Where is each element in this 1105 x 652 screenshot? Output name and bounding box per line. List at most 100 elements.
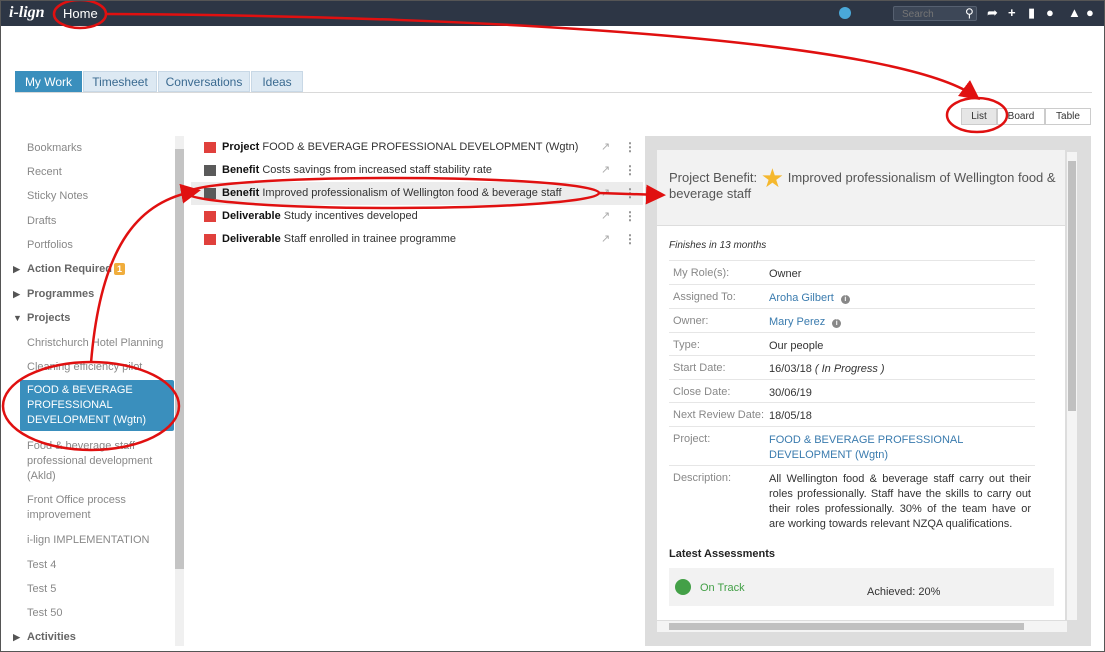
bookmark-icon[interactable]: ▮ <box>1028 5 1035 21</box>
row-value: 18/05/18 <box>769 410 812 422</box>
more-options-icon[interactable]: ⋮ <box>624 182 636 205</box>
sidebar-item-project[interactable]: Christchurch Hotel Planning <box>27 336 163 351</box>
start-date-value: 16/03/18 <box>769 363 812 375</box>
row-value: Our people <box>769 340 824 352</box>
view-board-button[interactable]: Board <box>997 108 1045 125</box>
row-label: Owner: <box>673 315 709 327</box>
row-value: Owner <box>769 268 802 280</box>
assessment-card: On Track Achieved: 20% <box>669 568 1054 606</box>
detail-row-start-date: Start Date: 16/03/18 ( In Progress ) <box>669 355 1035 379</box>
row-value: Aroha Gilbert i <box>769 291 1031 306</box>
detail-panel: Project Benefit: ★ Improved professional… <box>657 150 1065 620</box>
count-badge: 1 <box>113 263 125 275</box>
globe-icon[interactable] <box>839 7 851 19</box>
detail-horizontal-scroll-thumb[interactable] <box>669 623 1024 630</box>
tab-my-work[interactable]: My Work <box>15 71 82 92</box>
sidebar-item-sticky-notes[interactable]: Sticky Notes <box>27 189 88 204</box>
expand-right-icon: ▶ <box>13 289 20 299</box>
sidebar-scroll-thumb[interactable] <box>175 149 184 569</box>
row-label: Type: <box>673 339 700 351</box>
row-label: Start Date: <box>673 362 726 374</box>
assessment-achieved: Achieved: 20% <box>867 586 941 598</box>
sidebar-item-project[interactable]: Test 4 <box>27 558 56 573</box>
sidebar-item-project[interactable]: Test 50 <box>27 606 62 621</box>
star-icon[interactable]: ★ <box>761 163 784 193</box>
assigned-user-link[interactable]: Aroha Gilbert <box>769 292 834 304</box>
owner-user-link[interactable]: Mary Perez <box>769 316 825 328</box>
list-item[interactable]: Benefit Costs savings from increased sta… <box>191 159 643 182</box>
sidebar-item-project-selected[interactable]: FOOD & BEVERAGE PROFESSIONAL DEVELOPMENT… <box>20 380 174 431</box>
sidebar-group-activities[interactable]: ▶ Activities <box>13 630 76 645</box>
row-label: Next Review Date: <box>673 409 765 421</box>
type-color-icon <box>204 165 216 176</box>
info-icon[interactable]: i <box>840 295 850 304</box>
row-label: My Role(s): <box>673 267 730 279</box>
sidebar-item-project[interactable]: Test 5 <box>27 582 56 597</box>
open-external-icon[interactable]: ↗ <box>601 182 610 205</box>
more-options-icon[interactable]: ⋮ <box>624 205 636 228</box>
sidebar-group-programmes[interactable]: ▶ Programmes <box>13 287 94 302</box>
tab-divider <box>15 92 1092 93</box>
detail-row-project: Project: FOOD & BEVERAGE PROFESSIONAL DE… <box>669 426 1035 465</box>
list-item-selected[interactable]: Benefit Improved professionalism of Well… <box>191 182 643 205</box>
finishes-text: Finishes in 13 months <box>669 240 767 251</box>
share-icon[interactable]: ➦ <box>987 5 998 21</box>
row-label: Project: <box>673 433 711 445</box>
list-item-text: Deliverable Study incentives developed <box>222 210 418 222</box>
sidebar-group-label: Activities <box>27 631 76 643</box>
open-external-icon[interactable]: ↗ <box>601 228 610 251</box>
view-table-button[interactable]: Table <box>1045 108 1091 125</box>
detail-vertical-scroll-thumb[interactable] <box>1068 161 1076 411</box>
search-input[interactable] <box>902 8 962 20</box>
row-value: 16/03/18 ( In Progress ) <box>769 362 1031 377</box>
more-options-icon[interactable]: ⋮ <box>624 159 636 182</box>
sidebar-item-drafts[interactable]: Drafts <box>27 214 56 229</box>
list-item[interactable]: Deliverable Study incentives developed ↗… <box>191 205 643 228</box>
open-external-icon[interactable]: ↗ <box>601 159 610 182</box>
detail-row-close-date: Close Date: 30/06/19 <box>669 379 1035 403</box>
tab-timesheet[interactable]: Timesheet <box>83 71 157 92</box>
search-icon[interactable]: ⚲ <box>965 6 974 20</box>
expand-right-icon: ▶ <box>13 632 20 642</box>
sidebar-item-portfolios[interactable]: Portfolios <box>27 238 73 253</box>
detail-row-assigned-to: Assigned To: Aroha Gilbert i <box>669 284 1035 308</box>
tab-ideas[interactable]: Ideas <box>251 71 303 92</box>
sidebar-item-project[interactable]: Cleaning efficiency pilot <box>27 360 142 375</box>
detail-header: Project Benefit: ★ Improved professional… <box>657 150 1065 226</box>
info-icon[interactable]: i <box>832 319 842 328</box>
sidebar-group-action-required[interactable]: ▶ Action Required 1 <box>13 262 125 277</box>
more-options-icon[interactable]: ⋮ <box>624 228 636 251</box>
user-icon[interactable]: ● <box>1086 5 1094 21</box>
list-item[interactable]: Project FOOD & BEVERAGE PROFESSIONAL DEV… <box>191 136 643 159</box>
sidebar-group-projects[interactable]: ▼ Projects <box>13 311 70 326</box>
view-list-button[interactable]: List <box>961 108 997 125</box>
sidebar-item-bookmarks[interactable]: Bookmarks <box>27 141 82 156</box>
add-icon[interactable]: + <box>1008 5 1016 21</box>
app-logo[interactable]: i-lign <box>9 4 45 22</box>
detail-row-owner: Owner: Mary Perez i <box>669 308 1035 332</box>
expand-right-icon: ▶ <box>13 264 20 274</box>
bell-icon[interactable]: ▲ <box>1068 5 1081 21</box>
more-options-icon[interactable]: ⋮ <box>624 136 636 159</box>
sidebar-item-project[interactable]: i-lign IMPLEMENTATION <box>27 533 149 548</box>
type-color-icon <box>204 188 216 199</box>
open-external-icon[interactable]: ↗ <box>601 205 610 228</box>
project-link[interactable]: FOOD & BEVERAGE PROFESSIONAL DEVELOPMENT… <box>769 433 969 463</box>
sidebar-item-project[interactable]: Front Office process improvement <box>27 493 147 523</box>
top-bar: i-lign Home ⚲ ➦ + ▮ ● ▲ ● <box>1 1 1104 26</box>
list-item[interactable]: Deliverable Staff enrolled in trainee pr… <box>191 228 643 251</box>
sidebar: Bookmarks Recent Sticky Notes Drafts Por… <box>13 136 185 646</box>
home-breadcrumb[interactable]: Home <box>63 6 98 21</box>
row-label: Description: <box>673 472 732 484</box>
chat-icon[interactable]: ● <box>1046 5 1054 21</box>
sidebar-item-project[interactable]: Food & beverage staff professional devel… <box>27 439 157 484</box>
detail-row-type: Type: Our people <box>669 332 1035 356</box>
sidebar-group-label: Programmes <box>27 288 95 300</box>
sidebar-item-recent[interactable]: Recent <box>27 165 62 180</box>
type-color-icon <box>204 142 216 153</box>
latest-assessments-heading: Latest Assessments <box>669 548 775 560</box>
tab-conversations[interactable]: Conversations <box>158 71 250 92</box>
list-item-text: Benefit Improved professionalism of Well… <box>222 187 562 199</box>
open-external-icon[interactable]: ↗ <box>601 136 610 159</box>
type-color-icon <box>204 211 216 222</box>
